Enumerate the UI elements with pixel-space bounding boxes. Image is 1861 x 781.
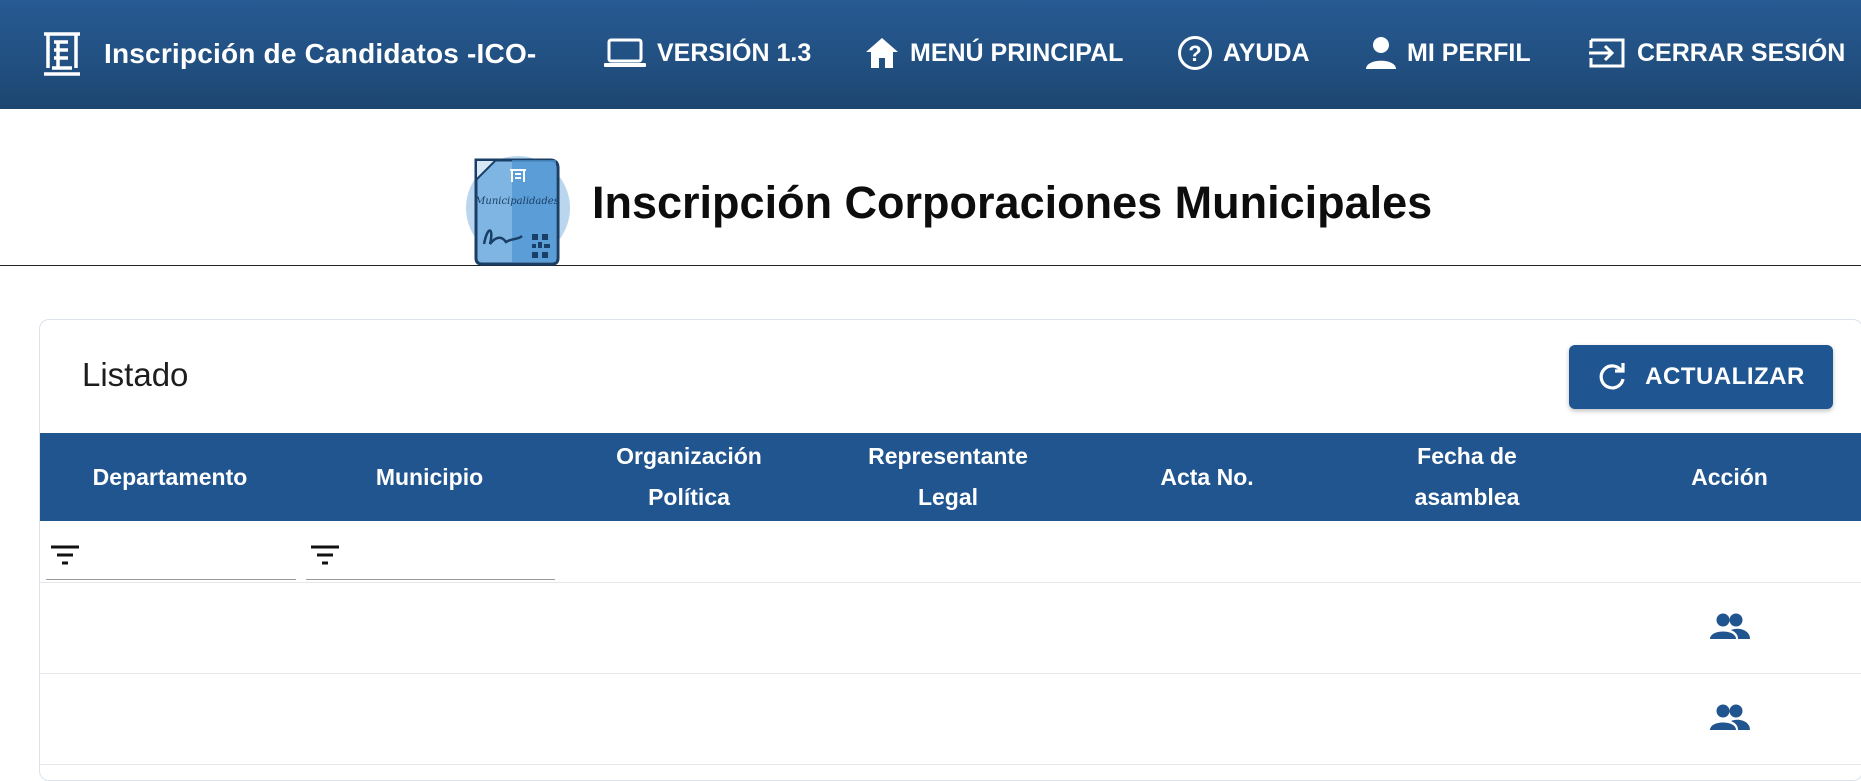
departamento-filter-input[interactable] — [82, 541, 296, 567]
nav-logout-label: CERRAR SESIÓN — [1637, 38, 1846, 67]
cell-organizacion — [559, 582, 819, 674]
column-header-acta[interactable]: Acta No. — [1077, 433, 1337, 521]
brand: Inscripción de Candidatos -ICO- — [38, 26, 536, 82]
cell-departamento — [40, 582, 300, 674]
nav-logout[interactable]: CERRAR SESIÓN — [1587, 30, 1845, 76]
laptop-icon — [604, 38, 646, 67]
cell-representante — [819, 582, 1077, 674]
column-header-representante[interactable]: Representante Legal — [819, 433, 1077, 521]
nav-help[interactable]: ? AYUDA — [1177, 30, 1310, 76]
cell-departamento — [40, 673, 300, 765]
cell-acta — [1077, 582, 1337, 674]
page-header: Municipalidades Inscripción Corporacione… — [0, 109, 1861, 266]
cell-organizacion — [559, 673, 819, 765]
municipal-document-icon: Municipalidades — [466, 156, 570, 266]
table-header-row: Departamento Municipio Organización Polít… — [40, 433, 1861, 521]
app-title: Inscripción de Candidatos -ICO- — [104, 38, 537, 69]
listing-card: Listado ACTUALIZAR Departamento Municipi… — [39, 319, 1861, 781]
refresh-button-label: ACTUALIZAR — [1645, 363, 1805, 390]
column-header-municipio[interactable]: Municipio — [300, 433, 559, 521]
cell-municipio — [300, 673, 559, 765]
logout-icon — [1589, 38, 1625, 68]
nav-help-label: AYUDA — [1223, 38, 1310, 67]
column-header-organizacion[interactable]: Organización Política — [559, 433, 819, 521]
candidates-table: Departamento Municipio Organización Polít… — [40, 433, 1861, 765]
cell-fecha — [1337, 673, 1597, 765]
cell-acta — [1077, 673, 1337, 765]
cell-fecha — [1337, 582, 1597, 674]
cell-municipio — [300, 582, 559, 674]
nav-profile[interactable]: MI PERFIL — [1365, 30, 1531, 76]
cell-accion — [1597, 582, 1861, 674]
municipio-filter[interactable] — [306, 529, 555, 580]
cell-representante — [819, 673, 1077, 765]
help-circle-icon: ? — [1178, 36, 1212, 70]
doc-icon-text: Municipalidades — [474, 196, 559, 207]
filter-row — [40, 521, 1861, 583]
nav-main-menu[interactable]: MENÚ PRINCIPAL — [864, 30, 1123, 76]
group-icon[interactable] — [1709, 703, 1751, 736]
person-icon — [1366, 37, 1396, 69]
municipio-filter-input[interactable] — [342, 541, 555, 567]
nav-main-menu-label: MENÚ PRINCIPAL — [910, 38, 1124, 67]
refresh-icon — [1599, 363, 1625, 390]
nav-version-label: VERSIÓN 1.3 — [657, 38, 812, 67]
nav-version[interactable]: VERSIÓN 1.3 — [603, 30, 811, 76]
nav-profile-label: MI PERFIL — [1407, 38, 1531, 67]
institution-logo-icon — [44, 32, 80, 76]
cell-accion — [1597, 673, 1861, 765]
filter-icon — [51, 545, 79, 565]
home-icon — [866, 38, 898, 68]
departamento-filter[interactable] — [46, 529, 296, 580]
refresh-button[interactable]: ACTUALIZAR — [1569, 345, 1833, 409]
filter-icon — [311, 545, 339, 565]
page-title: Inscripción Corporaciones Municipales — [592, 177, 1433, 228]
table-row — [40, 673, 1861, 765]
column-header-fecha[interactable]: Fecha de asamblea — [1337, 433, 1597, 521]
table-row — [40, 582, 1861, 674]
svg-text:?: ? — [1188, 41, 1201, 66]
group-icon[interactable] — [1709, 612, 1751, 645]
top-navigation-bar: Inscripción de Candidatos -ICO- VERSIÓN … — [0, 0, 1861, 109]
card-title: Listado — [82, 356, 189, 393]
column-header-accion: Acción — [1597, 433, 1861, 521]
column-header-departamento[interactable]: Departamento — [40, 433, 300, 521]
